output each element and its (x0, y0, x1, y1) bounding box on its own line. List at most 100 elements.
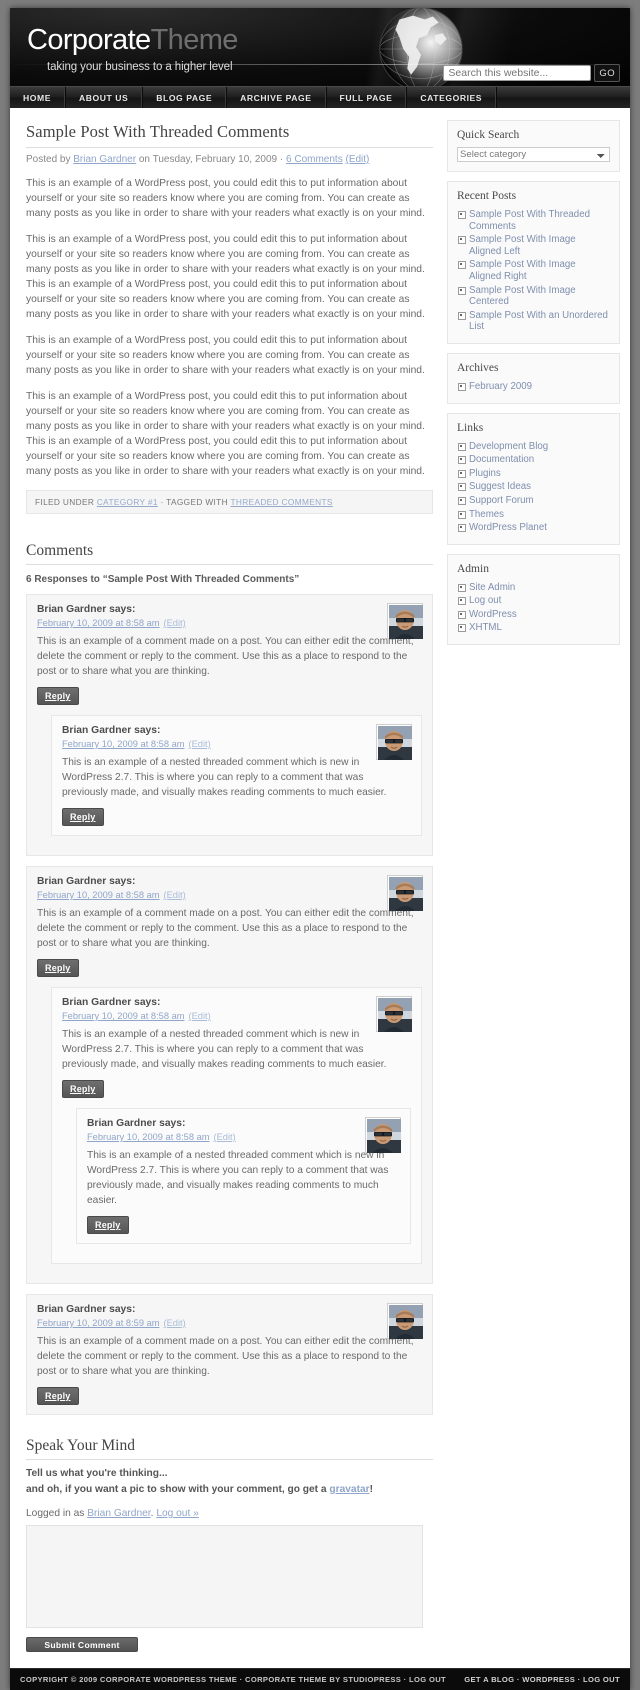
avatar-photo (389, 1305, 423, 1339)
comment-text: This is an example of a nested threaded … (87, 1150, 389, 1206)
reply-button[interactable]: Reply (37, 959, 79, 977)
respond-note-line2-pre: and oh, if you want a pic to show with y… (26, 1484, 330, 1495)
nav-item-categories[interactable]: CATEGORIES (406, 87, 497, 108)
list-item[interactable]: Sample Post With Threaded Comments (457, 208, 610, 233)
main-column: Sample Post With Threaded Comments Poste… (10, 108, 447, 1668)
nav-item-home[interactable]: HOME (10, 87, 65, 108)
reply-button[interactable]: Reply (87, 1216, 129, 1234)
nav-item-blog-page[interactable]: BLOG PAGE (142, 87, 227, 108)
comment-body: Brian Gardner says: February 10, 2009 at … (76, 1108, 411, 1244)
comment-body: Brian Gardner says: February 10, 2009 at … (26, 866, 433, 1284)
avatar (365, 1117, 401, 1153)
nav-item-full-page[interactable]: FULL PAGE (325, 87, 407, 108)
reply-button[interactable]: Reply (62, 808, 104, 826)
comment-permalink[interactable]: February 10, 2009 at 8:58 am (87, 1132, 210, 1142)
post-edit-link[interactable]: (Edit) (345, 154, 369, 165)
post-comments-link[interactable]: 6 Comments (286, 154, 343, 165)
list-item[interactable]: Themes (457, 508, 610, 522)
comment-date: February 10, 2009 at 8:58 am (Edit) (62, 1011, 411, 1021)
list-item[interactable]: Support Forum (457, 494, 610, 508)
list-item[interactable]: Sample Post With Image Aligned Right (457, 258, 610, 283)
comment-edit-link[interactable]: (Edit) (164, 890, 186, 900)
list-item[interactable]: Site Admin (457, 581, 610, 595)
widget-title: Admin (457, 562, 489, 575)
respond-note: Tell us what you're thinking... and oh, … (26, 1466, 433, 1498)
page-title: Sample Post With Threaded Comments (26, 122, 290, 141)
comment-list: Brian Gardner says: February 10, 2009 at … (26, 594, 433, 1415)
comment-permalink[interactable]: February 10, 2009 at 8:58 am (62, 739, 185, 749)
post-footer-separator: · (160, 497, 164, 507)
comment-edit-link[interactable]: (Edit) (214, 1132, 236, 1142)
gravatar-link[interactable]: gravatar (329, 1484, 369, 1495)
site-header: CorporateTheme taking your business to a… (10, 8, 630, 86)
list-item[interactable]: Log out (457, 594, 610, 608)
list-item[interactable]: Development Blog (457, 440, 610, 454)
list-item[interactable]: WordPress Planet (457, 521, 610, 535)
widget-recent-posts: Recent Posts Sample Post With Threaded Co… (447, 181, 620, 344)
comment-edit-link[interactable]: (Edit) (164, 1318, 186, 1328)
comment-text: This is an example of a comment made on … (37, 1336, 414, 1377)
comment-date: February 10, 2009 at 8:59 am (Edit) (37, 1318, 422, 1328)
widget-list: Site Admin Log out WordPress XHTML (457, 581, 610, 635)
category-select[interactable]: Select categoryCategory #1Category #2Unc… (457, 147, 610, 162)
post-meta-prefix: Posted by (26, 154, 71, 165)
widget-links: Links Development Blog Documentation Plugin… (447, 412, 620, 545)
comment-text: This is an example of a nested threaded … (62, 757, 387, 798)
list-item[interactable]: XHTML (457, 621, 610, 635)
comment-text: This is an example of a comment made on … (37, 908, 414, 949)
logged-in-user-link[interactable]: Brian Gardner (87, 1508, 150, 1519)
site-logo[interactable]: CorporateTheme (27, 26, 238, 55)
logged-in-prefix: Logged in as (26, 1508, 85, 1519)
comment-item: Brian Gardner says: February 10, 2009 at … (51, 715, 422, 836)
comment-date: February 10, 2009 at 8:58 am (Edit) (87, 1132, 400, 1142)
search-go-button[interactable]: GO (594, 64, 620, 82)
list-item[interactable]: WordPress (457, 608, 610, 622)
comment-body: Brian Gardner says: February 10, 2009 at … (51, 715, 422, 836)
avatar (376, 724, 412, 760)
comment-item: Brian Gardner says: February 10, 2009 at … (26, 866, 433, 1284)
list-item[interactable]: Documentation (457, 453, 610, 467)
post-category-link[interactable]: CATEGORY #1 (97, 497, 158, 507)
comment-permalink[interactable]: February 10, 2009 at 8:58 am (37, 618, 160, 628)
reply-button[interactable]: Reply (37, 687, 79, 705)
comment-children: Brian Gardner says: February 10, 2009 at … (37, 987, 422, 1264)
comment-author: Brian Gardner says: (62, 997, 161, 1008)
widget-title: Links (457, 421, 484, 434)
submit-comment-button[interactable]: Submit Comment (26, 1637, 138, 1652)
nav-item-archive-page[interactable]: ARCHIVE PAGE (226, 87, 326, 108)
post-meta: Posted by Brian Gardner on Tuesday, Febr… (26, 154, 433, 165)
search-input[interactable] (443, 65, 592, 81)
comment-item: Brian Gardner says: February 10, 2009 at … (76, 1108, 411, 1244)
list-item[interactable]: Sample Post With Image Centered (457, 284, 610, 309)
reply-button[interactable]: Reply (62, 1080, 104, 1098)
list-item[interactable]: Suggest Ideas (457, 480, 610, 494)
comment-edit-link[interactable]: (Edit) (189, 739, 211, 749)
logo-secondary: Theme (150, 24, 239, 56)
reply-button[interactable]: Reply (37, 1387, 79, 1405)
comment-permalink[interactable]: February 10, 2009 at 8:58 am (62, 1011, 185, 1021)
comment-body: Brian Gardner says: February 10, 2009 at … (26, 1294, 433, 1415)
post-tag-link[interactable]: THREADED COMMENTS (230, 497, 332, 507)
comment-date: February 10, 2009 at 8:58 am (Edit) (37, 890, 422, 900)
avatar (376, 996, 412, 1032)
comment-edit-link[interactable]: (Edit) (164, 618, 186, 628)
comment-permalink[interactable]: February 10, 2009 at 8:59 am (37, 1318, 160, 1328)
list-item[interactable]: Plugins (457, 467, 610, 481)
respond-note-line2-post: ! (369, 1484, 374, 1495)
widget-list: Development Blog Documentation Plugins Sugg… (457, 440, 610, 535)
avatar-photo (378, 726, 412, 760)
list-item[interactable]: February 2009 (457, 380, 610, 394)
logout-link[interactable]: Log out » (156, 1508, 199, 1519)
avatar-photo (367, 1119, 401, 1153)
avatar (387, 603, 423, 639)
post-author-link[interactable]: Brian Gardner (73, 154, 136, 165)
widget-archives: Archives February 2009 (447, 352, 620, 404)
comment-permalink[interactable]: February 10, 2009 at 8:58 am (37, 890, 160, 900)
comment-textarea[interactable] (26, 1525, 423, 1628)
widget-title: Quick Search (457, 129, 520, 141)
comment-edit-link[interactable]: (Edit) (189, 1011, 211, 1021)
nav-item-about-us[interactable]: ABOUT US (64, 87, 143, 108)
comment-date: February 10, 2009 at 8:58 am (Edit) (62, 739, 411, 749)
list-item[interactable]: Sample Post With an Unordered List (457, 309, 610, 334)
list-item[interactable]: Sample Post With Image Aligned Left (457, 233, 610, 258)
